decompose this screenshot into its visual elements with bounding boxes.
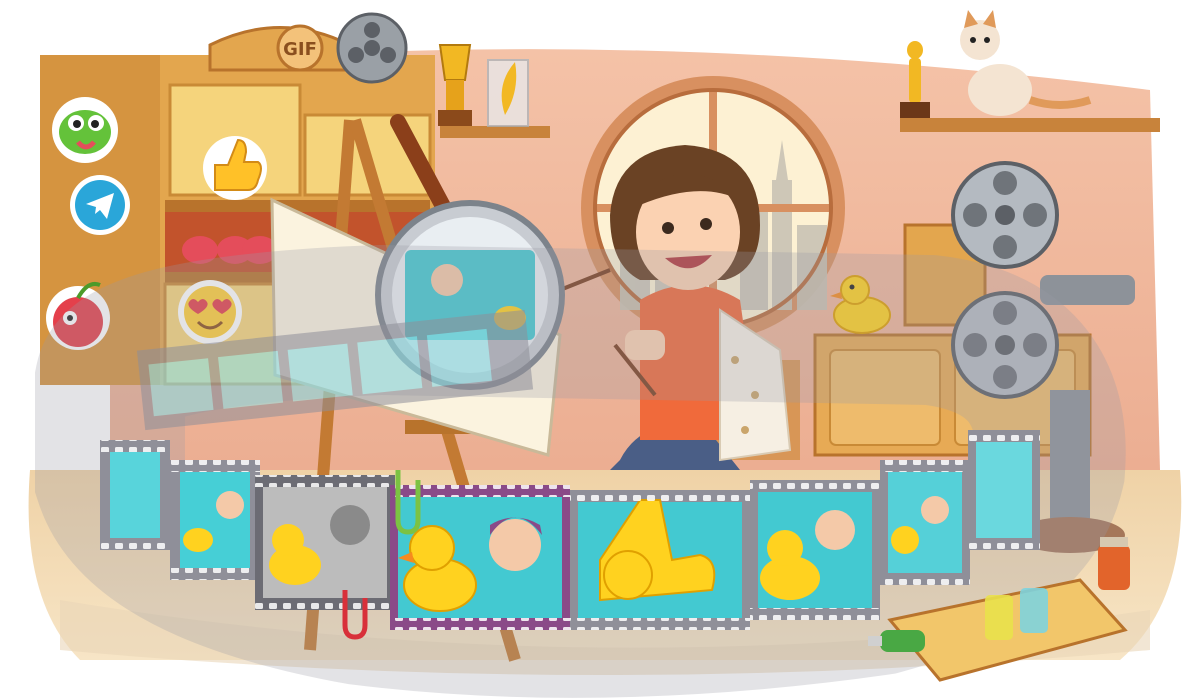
film-frame-grayscale: [255, 475, 395, 610]
chameleon-sticker-icon: [52, 97, 118, 163]
telegram-gif-illustration: GIF: [28, 10, 1182, 698]
telegram-logo-icon: [70, 175, 130, 235]
film-frame: [968, 430, 1040, 550]
gif-plaque-label: GIF: [283, 39, 317, 60]
film-frame: [750, 480, 880, 620]
film-frame-thumbs-up-duck: [570, 490, 750, 630]
film-reel-icon: [336, 12, 408, 84]
paint-jar-icon: [1098, 537, 1130, 590]
small-shelf: [440, 126, 550, 138]
film-frame: [880, 460, 970, 585]
wall-shelf-right: [900, 118, 1160, 132]
palm-leaf-award-icon: [487, 59, 529, 127]
film-frame: [100, 440, 170, 550]
thumbs-up-sticker-icon: [203, 136, 267, 200]
film-frame: [170, 460, 260, 580]
